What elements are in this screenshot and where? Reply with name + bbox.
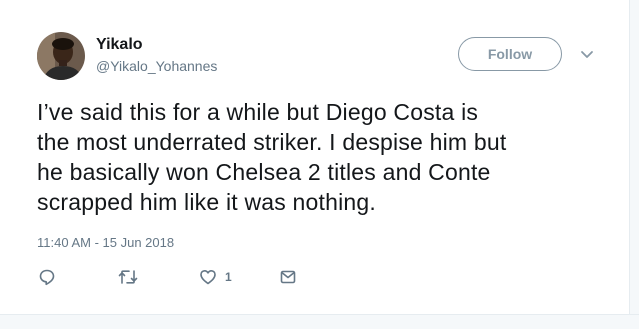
retweet-icon xyxy=(118,270,138,284)
tweet-text-line: I’ve said this for a while but Diego Cos… xyxy=(37,99,479,125)
heart-icon xyxy=(200,270,216,285)
author-display-name[interactable]: Yikalo xyxy=(96,36,143,54)
tweet-text-line: he basically won Chelsea 2 titles and Co… xyxy=(37,159,491,185)
tweet-timestamp[interactable]: 11:40 AM - 15 Jun 2018 xyxy=(37,235,174,251)
direct-message-button[interactable] xyxy=(279,268,297,286)
like-button[interactable]: 1 xyxy=(199,268,232,286)
tweet-text-line: the most underrated striker. I despise h… xyxy=(37,129,507,155)
author-handle[interactable]: @Yikalo_Yohannes xyxy=(96,58,217,74)
card-bottom-border xyxy=(0,314,639,329)
envelope-icon xyxy=(280,270,296,284)
reply-button[interactable] xyxy=(38,268,56,286)
avatar[interactable] xyxy=(37,32,85,80)
retweet-button[interactable] xyxy=(118,268,138,286)
page-scroll-edge xyxy=(629,0,639,329)
chevron-down-icon[interactable] xyxy=(580,48,594,62)
tweet-card: Yikalo @Yikalo_Yohannes Follow I’ve said… xyxy=(0,0,628,314)
tweet-text-line: scrapped him like it was nothing. xyxy=(37,189,376,215)
reply-icon xyxy=(39,269,55,286)
like-count: 1 xyxy=(225,270,232,284)
tweet-text: I’ve said this for a while but Diego Cos… xyxy=(37,97,617,217)
follow-button[interactable]: Follow xyxy=(458,37,562,71)
